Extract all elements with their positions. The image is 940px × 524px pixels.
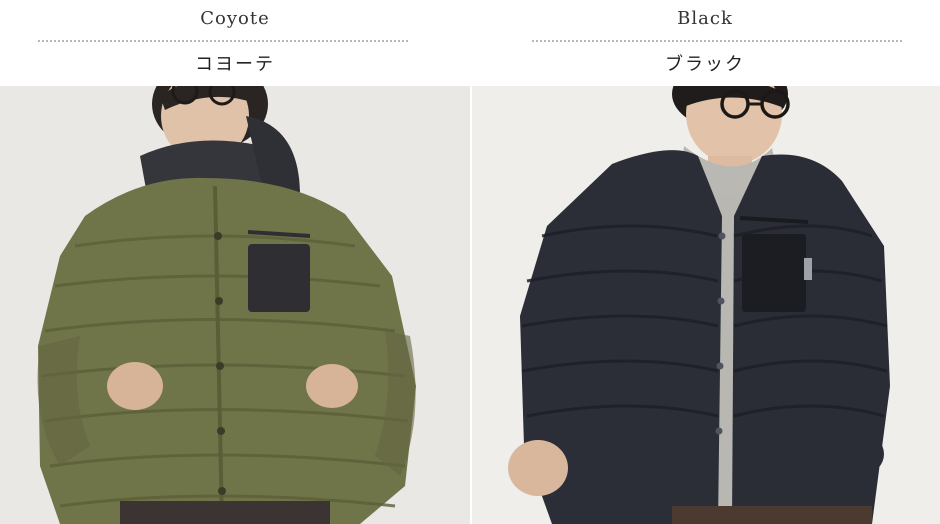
variant-name-jp: コヨーテ [195, 54, 275, 75]
dotted-divider [38, 40, 408, 42]
product-photo-coyote[interactable] [0, 86, 470, 524]
person-wearing-black-down-jacket-icon [472, 86, 940, 524]
color-variant-black[interactable]: Black ブラック [470, 0, 940, 524]
color-variant-coyote[interactable]: Coyote コヨーテ [0, 0, 470, 524]
variant-name-en: Coyote [200, 8, 270, 29]
product-photo-black[interactable] [472, 86, 940, 524]
variant-header: Coyote コヨーテ [0, 0, 470, 86]
variant-name-jp: ブラック [665, 54, 745, 75]
person-wearing-olive-down-jacket-icon [0, 86, 470, 524]
variant-name-en: Black [677, 8, 733, 29]
variant-header: Black ブラック [470, 0, 940, 86]
dotted-divider [532, 40, 902, 42]
